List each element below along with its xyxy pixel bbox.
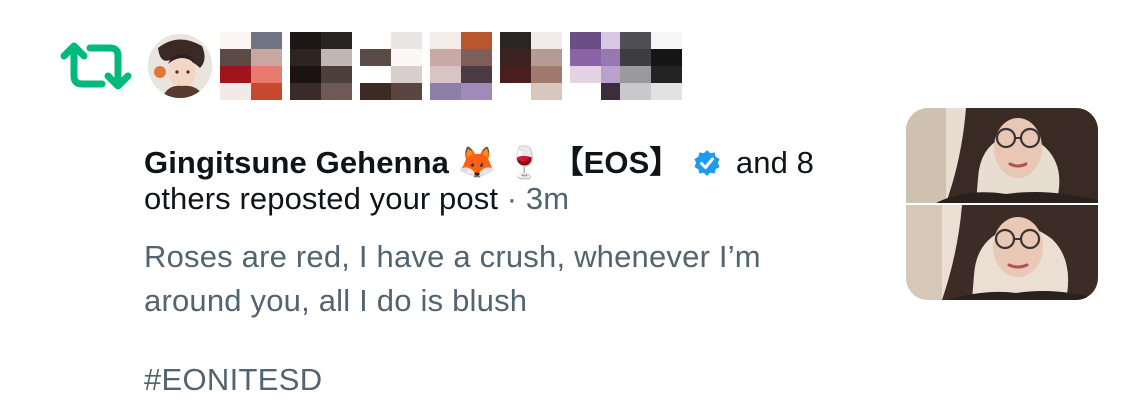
- timestamp: 3m: [525, 181, 570, 216]
- avatar-5[interactable]: [430, 32, 492, 100]
- avatar-3[interactable]: [290, 32, 352, 100]
- actor-tag[interactable]: 【EOS】: [553, 145, 681, 180]
- others-count-text[interactable]: and 8: [736, 145, 814, 180]
- post-text[interactable]: Roses are red, I have a crush, whenever …: [144, 235, 864, 323]
- post-image-top: [906, 108, 1098, 203]
- separator-dot: ·: [506, 181, 518, 216]
- others-reposted-text[interactable]: others reposted your post: [144, 181, 498, 216]
- actor-name[interactable]: Gingitsune Gehenna: [144, 145, 449, 180]
- repost-icon: [60, 42, 132, 90]
- avatar-1[interactable]: [148, 34, 212, 98]
- avatar-2[interactable]: [220, 32, 282, 100]
- actor-emoji: 🦊 🍷: [457, 145, 544, 180]
- post-image-bottom: [906, 205, 1098, 300]
- repost-notification[interactable]: Gingitsune Gehenna 🦊 🍷 【EOS】 and 8 other…: [0, 0, 1125, 409]
- repost-headline: Gingitsune Gehenna 🦊 🍷 【EOS】 and 8: [144, 137, 814, 182]
- post-image-thumbnail[interactable]: [906, 108, 1098, 300]
- avatar-6[interactable]: [500, 32, 562, 100]
- repost-headline-continued: others reposted your post · 3m: [144, 181, 569, 217]
- avatar-4[interactable]: [360, 32, 422, 100]
- avatar-8[interactable]: [620, 32, 682, 100]
- verified-badge-icon: [694, 150, 720, 176]
- post-hashtag[interactable]: #EONITESD: [144, 362, 322, 398]
